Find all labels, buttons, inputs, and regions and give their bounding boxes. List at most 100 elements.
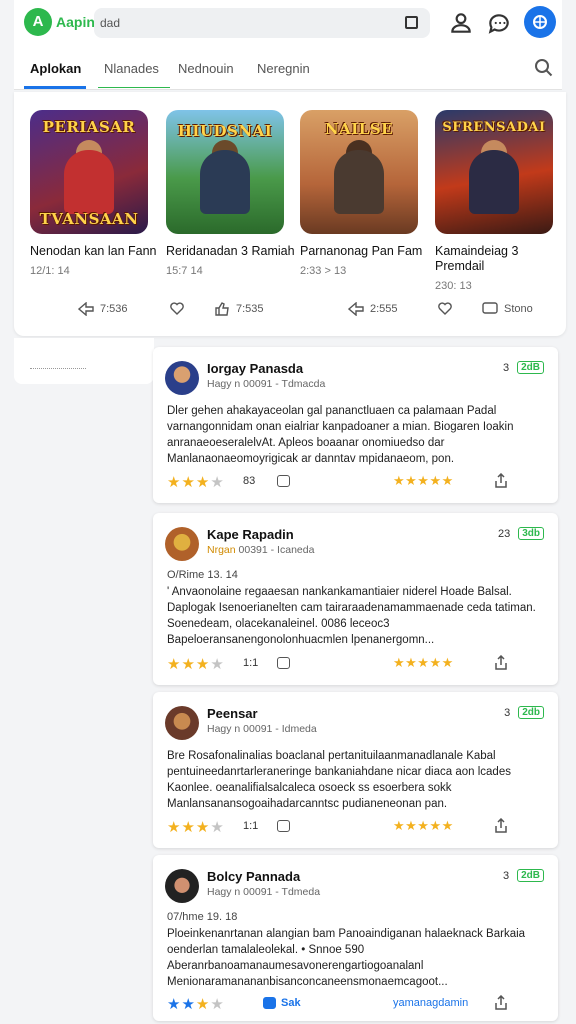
reply-icon[interactable] (277, 820, 290, 832)
thumb-title: HIUDSNAI (177, 122, 273, 140)
avatar[interactable] (165, 527, 199, 561)
game-card[interactable]: HIUDSNAI Reridanadan 3 Ramiah 15:7 14 (166, 110, 295, 277)
rating-count: 83 (243, 475, 256, 487)
tab-bar: Aplokan Nlanades Nednouin Neregnin (14, 46, 562, 90)
badge-number: 3 (502, 869, 510, 882)
helpful-stars: ★★★★★ (393, 473, 454, 488)
review-subtitle: Nrgan 00391 - Icaneda (207, 544, 314, 556)
tab-neregnin[interactable]: Neregnin (257, 61, 310, 76)
game-thumbnail[interactable]: SFRENSADAI (435, 110, 553, 234)
tab-aplokan[interactable]: Aplokan (30, 61, 81, 76)
heart-icon (170, 302, 184, 315)
avatar[interactable] (165, 869, 199, 903)
review-card[interactable]: Iorgay Panasda Hagy n 00091 - Tdmacda 3 … (153, 347, 558, 503)
badge-number: 3 (504, 706, 511, 719)
review-body: Bre Rosafonalinalias boaclanal pertanitu… (167, 750, 511, 810)
game-thumbnail[interactable]: HIUDSNAI (166, 110, 284, 234)
review-card[interactable]: Kape Rapadin Nrgan 00391 - Icaneda 23 3d… (153, 513, 558, 685)
game-actions: 7:536 7:535 2:555 Stono (14, 302, 566, 326)
review-body: Ploeinkenanrtanan alangian bam Panoaindi… (167, 928, 526, 988)
helpful-stars: ★★★★★ (393, 655, 454, 670)
tag-label[interactable]: Sak (281, 997, 301, 1009)
helpful-stars: ★★★★★ (393, 818, 454, 833)
review-card[interactable]: Bolcy Pannada Hagy n 00091 - Tdmeda 3 2d… (153, 855, 558, 1021)
badge-tag[interactable]: 2db (518, 706, 544, 719)
account-icon[interactable] (448, 10, 474, 36)
share-icon[interactable] (493, 818, 509, 834)
game-meta: 12/1: 14 (30, 265, 70, 277)
game-card[interactable]: SFRENSADAI Kamaindeiag 3 Premdail 230: 1… (435, 110, 555, 292)
review-subtitle: Hagy n 00091 - Tdmeda (207, 886, 321, 898)
action-count: 2:555 (370, 303, 398, 315)
action-count: 7:536 (100, 303, 128, 315)
profile-avatar-icon[interactable] (524, 6, 556, 38)
games-carousel: PERIASAR TVANSAAN Nenodan kan lan Fann 1… (14, 92, 566, 336)
tab-divider (98, 87, 170, 88)
tab-nednouin[interactable]: Nednouin (178, 61, 234, 76)
game-thumbnail[interactable]: NAILSE (300, 110, 418, 234)
review-footer: ★★★★ Sak yamanagdamin (167, 995, 547, 1013)
review-footer: ★★★★ 1:1 ★★★★★ (167, 655, 547, 673)
review-body: Dler gehen ahakayaceolan gal pananctluae… (167, 405, 514, 465)
game-meta: 230: 13 (435, 280, 472, 292)
heart-icon (438, 302, 452, 315)
badge-tag[interactable]: 2dB (517, 361, 544, 374)
avatar[interactable] (165, 706, 199, 740)
search-icon[interactable] (534, 58, 554, 78)
badge-tag[interactable]: 3db (518, 527, 544, 540)
review-footer: ★★★★ 1:1 ★★★★★ (167, 818, 547, 836)
rating-stars: ★★★★ (167, 819, 225, 836)
fullscreen-icon[interactable] (405, 16, 418, 29)
share-icon (348, 302, 364, 316)
store-action[interactable]: Stono (482, 302, 533, 316)
search-text: dad (100, 16, 121, 30)
comment-icon (482, 302, 498, 314)
thumbs-up-icon (215, 302, 229, 316)
like-action[interactable] (170, 302, 190, 315)
rating-count: 1:1 (243, 657, 259, 669)
game-meta: 15:7 14 (166, 265, 203, 277)
review-date: O/Rime 13. 14 (167, 569, 238, 581)
share-action[interactable]: 2:555 (348, 302, 398, 316)
review-card[interactable]: Peensar Hagy n 00091 - Idmeda 3 2db Bre … (153, 692, 558, 848)
reviewer-name: Kape Rapadin (207, 527, 294, 542)
share-icon[interactable] (493, 655, 509, 671)
badge-number: 23 (497, 527, 511, 540)
side-panel (14, 338, 154, 384)
game-name: Reridanadan 3 Ramiah (166, 244, 295, 258)
share-icon (78, 302, 94, 316)
reply-icon[interactable] (277, 475, 290, 487)
avatar[interactable] (165, 361, 199, 395)
game-thumbnail[interactable]: PERIASAR TVANSAAN (30, 110, 148, 234)
share-icon[interactable] (493, 473, 509, 489)
thumb-title: NAILSE (324, 120, 394, 138)
badge-tag[interactable]: 2dB (517, 869, 544, 882)
review-subtitle-text: 00391 - Icaneda (238, 544, 315, 556)
reviewer-name: Bolcy Pannada (207, 869, 301, 884)
chat-icon[interactable] (486, 10, 512, 36)
share-action[interactable]: 7:535 (214, 302, 264, 316)
review-subtitle-highlight: Nrgan (207, 544, 236, 556)
share-action[interactable]: 7:536 (78, 302, 128, 316)
search-input[interactable]: dad (94, 8, 430, 38)
reply-icon[interactable] (277, 657, 290, 669)
character-figure (469, 150, 519, 214)
rating-stars: ★★★★ (167, 474, 225, 491)
game-name: Kamaindeiag 3 Premdail (435, 244, 519, 273)
review-date: 07/hme 19. 18 (167, 911, 238, 923)
logo-icon[interactable]: A (24, 8, 52, 36)
character-figure (64, 150, 114, 214)
divider (30, 368, 86, 369)
share-icon[interactable] (493, 995, 509, 1011)
active-tab-indicator (24, 86, 86, 89)
game-card[interactable]: NAILSE Parnanonag Pan Fam 2:33 > 13 (300, 110, 422, 277)
tag-icon[interactable] (263, 997, 276, 1009)
game-card[interactable]: PERIASAR TVANSAAN Nenodan kan lan Fann 1… (30, 110, 156, 277)
rating-stars: ★★★★ (167, 996, 225, 1013)
like-action[interactable] (438, 302, 458, 315)
character-figure (334, 150, 384, 214)
action-label: Stono (504, 303, 533, 315)
helpful-link[interactable]: yamanagdamin (393, 997, 468, 1009)
tab-nlanades[interactable]: Nlanades (104, 61, 159, 76)
review-footer: ★★★★ 83 ★★★★★ (167, 473, 547, 491)
